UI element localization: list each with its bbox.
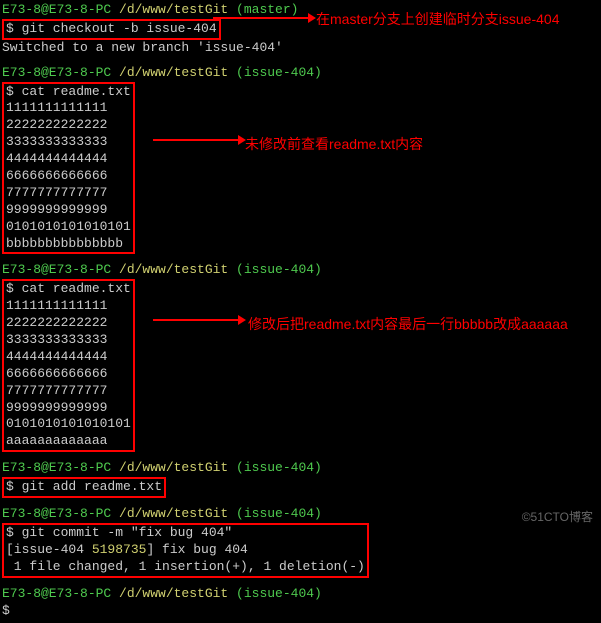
prompt-user: E73-8@E73-8-PC <box>2 2 111 17</box>
commit-output-1: [issue-404 5198735] fix bug 404 <box>6 542 365 559</box>
cat-before-block: E73-8@E73-8-PC /d/www/testGit (issue-404… <box>2 65 599 255</box>
final-prompt-dollar[interactable]: $ <box>2 603 599 620</box>
cat-after-block: E73-8@E73-8-PC /d/www/testGit (issue-404… <box>2 262 599 452</box>
prompt-branch: (issue-404) <box>236 586 322 601</box>
prompt-user: E73-8@E73-8-PC <box>2 460 111 475</box>
prompt-line-3: E73-8@E73-8-PC /d/www/testGit (issue-404… <box>2 262 599 279</box>
prompt-branch: (issue-404) <box>236 65 322 80</box>
prompt-path: /d/www/testGit <box>111 262 236 277</box>
final-prompt-block: E73-8@E73-8-PC /d/www/testGit (issue-404… <box>2 586 599 620</box>
file-line: 4444444444444 <box>6 349 131 366</box>
terminal-window: E73-8@E73-8-PC /d/www/testGit (master) $… <box>0 0 601 623</box>
file-line: 6666666666666 <box>6 168 131 185</box>
prompt-branch: (issue-404) <box>236 262 322 277</box>
prompt-branch: (issue-404) <box>236 506 322 521</box>
cat-after-box: $ cat readme.txt 1111111111111 222222222… <box>2 279 135 452</box>
file-line: 7777777777777 <box>6 185 131 202</box>
git-commit-box: $ git commit -m "fix bug 404" [issue-404… <box>2 523 369 578</box>
prompt-path: /d/www/testGit <box>111 586 236 601</box>
annotation-3: 修改后把readme.txt内容最后一行bbbbb改成aaaaaa <box>248 314 568 334</box>
file-line: 6666666666666 <box>6 366 131 383</box>
prompt-path: /d/www/testGit <box>111 460 236 475</box>
git-add-box: $ git add readme.txt <box>2 477 166 498</box>
output-switched: Switched to a new branch 'issue-404' <box>2 40 599 57</box>
prompt-user: E73-8@E73-8-PC <box>2 586 111 601</box>
command-commit: $ git commit -m "fix bug 404" <box>6 525 365 542</box>
command-add: $ git add readme.txt <box>6 479 162 496</box>
prompt-line-2: E73-8@E73-8-PC /d/www/testGit (issue-404… <box>2 65 599 82</box>
prompt-path: /d/www/testGit <box>111 2 236 17</box>
file-line: 3333333333333 <box>6 134 131 151</box>
git-add-block: E73-8@E73-8-PC /d/www/testGit (issue-404… <box>2 460 599 498</box>
cat-before-box: $ cat readme.txt 1111111111111 222222222… <box>2 82 135 255</box>
file-line: 2222222222222 <box>6 117 131 134</box>
command-cat-2: $ cat readme.txt <box>6 281 131 298</box>
prompt-branch: (master) <box>236 2 298 17</box>
file-line: 1111111111111 <box>6 298 131 315</box>
prompt-branch: (issue-404) <box>236 460 322 475</box>
watermark: ©51CTO博客 <box>522 508 593 525</box>
file-line: aaaaaaaaaaaaa <box>6 433 131 450</box>
prompt-line-4: E73-8@E73-8-PC /d/www/testGit (issue-404… <box>2 460 599 477</box>
commit-hash: 5198735 <box>92 542 147 557</box>
commit-output-2: 1 file changed, 1 insertion(+), 1 deleti… <box>6 559 365 576</box>
prompt-path: /d/www/testGit <box>111 65 236 80</box>
checkout-command-box: $ git checkout -b issue-404 <box>2 19 221 40</box>
file-line: 4444444444444 <box>6 151 131 168</box>
prompt-user: E73-8@E73-8-PC <box>2 262 111 277</box>
file-line: 7777777777777 <box>6 383 131 400</box>
prompt-line-6: E73-8@E73-8-PC /d/www/testGit (issue-404… <box>2 586 599 603</box>
command-cat-1: $ cat readme.txt <box>6 84 131 101</box>
file-line: 9999999999999 <box>6 400 131 417</box>
file-line: 2222222222222 <box>6 315 131 332</box>
command-checkout: $ git checkout -b issue-404 <box>6 21 217 38</box>
annotation-2: 未修改前查看readme.txt内容 <box>245 134 423 154</box>
file-line: 0101010101010101 <box>6 416 131 433</box>
file-line: 1111111111111 <box>6 100 131 117</box>
file-line: 0101010101010101 <box>6 219 131 236</box>
file-line: 3333333333333 <box>6 332 131 349</box>
annotation-1: 在master分支上创建临时分支issue-404 <box>316 9 560 29</box>
git-commit-block: E73-8@E73-8-PC /d/www/testGit (issue-404… <box>2 506 599 578</box>
prompt-user: E73-8@E73-8-PC <box>2 506 111 521</box>
file-line: 9999999999999 <box>6 202 131 219</box>
file-line: bbbbbbbbbbbbbbb <box>6 236 131 253</box>
prompt-line-5: E73-8@E73-8-PC /d/www/testGit (issue-404… <box>2 506 599 523</box>
prompt-user: E73-8@E73-8-PC <box>2 65 111 80</box>
prompt-path: /d/www/testGit <box>111 506 236 521</box>
